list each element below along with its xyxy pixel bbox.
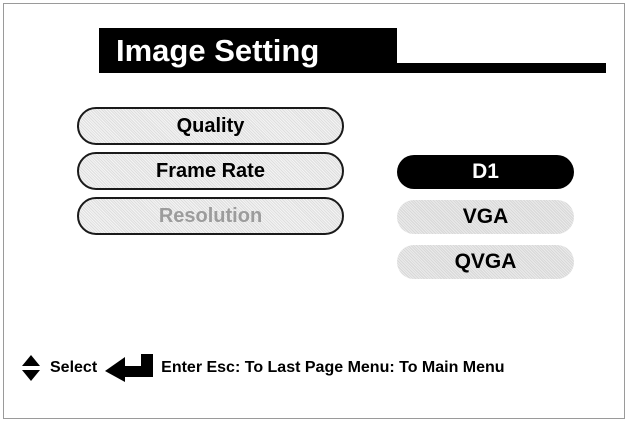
option-label: QVGA: [454, 250, 517, 273]
option-vga[interactable]: VGA: [397, 200, 574, 234]
page-title: Image Setting: [116, 33, 320, 68]
option-label: D1: [472, 160, 499, 183]
footer-hint-bar: Select Enter Esc: To Last Page Menu: To …: [22, 354, 505, 382]
menu-item-frame-rate[interactable]: Frame Rate: [77, 152, 344, 190]
option-label: VGA: [462, 205, 509, 228]
menu-item-label: Quality: [176, 115, 245, 137]
option-qvga[interactable]: QVGA: [397, 245, 574, 279]
option-d1[interactable]: D1: [397, 155, 574, 189]
title-underline-bar: [396, 63, 606, 73]
menu-item-label: Resolution: [158, 205, 263, 227]
menu-item-quality[interactable]: Quality: [77, 107, 344, 145]
up-down-arrow-icon: [22, 355, 40, 381]
navigation-hints: Enter Esc: To Last Page Menu: To Main Me…: [161, 359, 505, 376]
enter-return-arrow-icon: [105, 354, 154, 382]
menu-item-resolution[interactable]: Resolution: [77, 197, 344, 235]
select-hint: Select: [50, 359, 98, 376]
menu-item-label: Frame Rate: [156, 160, 265, 182]
